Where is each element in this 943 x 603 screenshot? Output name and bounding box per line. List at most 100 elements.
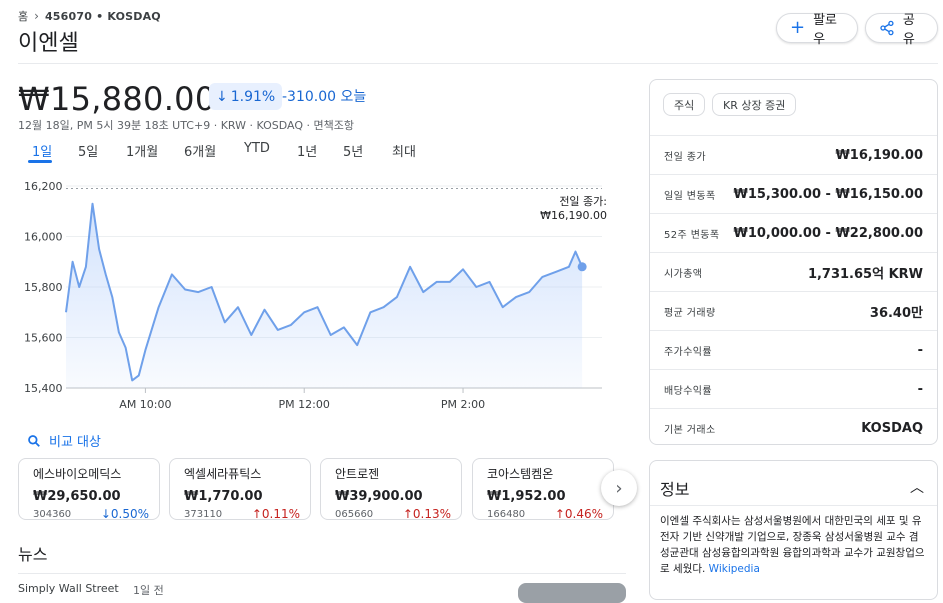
stat-row: 시가총액 1,731.65억 KRW <box>650 252 937 291</box>
x-tick-label: AM 10:00 <box>119 398 171 411</box>
tab-range-5y[interactable]: 5년 <box>343 141 363 160</box>
stat-label: 전일 종가 <box>664 151 706 163</box>
compare-label: 비교 대상 <box>49 435 101 450</box>
search-icon <box>28 434 40 447</box>
peer-code: 373110 <box>184 508 223 520</box>
stat-label: 평균 거래량 <box>664 307 716 319</box>
tab-range-1m[interactable]: 1개월 <box>126 141 158 160</box>
news-divider <box>18 573 626 574</box>
tab-range-ytd[interactable]: YTD <box>244 141 270 156</box>
y-tick-label: 15,600 <box>24 332 63 345</box>
peer-name: 안트로젠 <box>335 467 380 481</box>
stat-value: ₩15,300.00 - ₩16,150.00 <box>733 186 923 202</box>
peer-change: ↑0.11% <box>251 507 300 521</box>
news-source[interactable]: Simply Wall Street <box>18 582 119 595</box>
stat-label: 일일 변동폭 <box>664 190 716 202</box>
page-title: 이엔셀 <box>18 31 79 56</box>
peer-price: ₩29,650.00 <box>33 489 121 504</box>
peer-card[interactable]: 엑셀세라퓨틱스 ₩1,770.00 373110 ↑0.11% <box>169 458 311 521</box>
peer-card[interactable]: 코아스템켐온 ₩1,952.00 166480 ↑0.46% <box>472 458 614 521</box>
about-divider <box>650 505 937 506</box>
last-price-dot <box>577 262 587 272</box>
peer-change: ↑0.46% <box>554 507 603 521</box>
peer-change: ↑0.13% <box>402 507 451 521</box>
peer-price: ₩39,900.00 <box>335 489 423 504</box>
stat-value: 36.40만 <box>869 305 923 321</box>
stat-row: 배당수익률 - <box>650 369 937 408</box>
tab-range-6m[interactable]: 6개월 <box>184 141 216 160</box>
tab-range-max[interactable]: 최대 <box>392 141 416 160</box>
breadcrumb-ticker: 456070 • KOSDAQ <box>44 9 161 23</box>
stat-row: 일일 변동폭 ₩15,300.00 - ₩16,150.00 <box>650 174 937 213</box>
header-divider <box>18 63 938 64</box>
chip-stock[interactable]: 주식 <box>663 93 706 116</box>
tab-range-1d[interactable]: 1일 <box>32 141 52 160</box>
arrow-up-icon: ↑ <box>251 507 262 521</box>
arrow-up-icon: ↑ <box>402 507 413 521</box>
chip-kr-listed[interactable]: KR 상장 증권 <box>712 93 797 116</box>
tab-range-5d[interactable]: 5일 <box>78 141 98 160</box>
tab-range-1y[interactable]: 1년 <box>297 141 317 160</box>
breadcrumb-home[interactable]: 홈 <box>18 8 28 24</box>
quote-meta: 12월 18일, PM 5시 39분 18초 UTC+9 · KRW · KOS… <box>18 119 354 132</box>
absolute-change: -310.00 오늘 <box>282 89 367 105</box>
stat-value: KOSDAQ <box>861 420 923 436</box>
peer-name: 코아스템켐온 <box>487 467 554 481</box>
news-time: 1일 전 <box>133 584 164 597</box>
y-tick-label: 16,200 <box>24 180 63 193</box>
follow-button[interactable]: + 팔로우 <box>776 13 858 47</box>
y-tick-label: 15,800 <box>24 281 63 294</box>
peer-change: ↓0.50% <box>100 507 149 521</box>
about-heading: 정보 <box>660 480 690 499</box>
previous-close-value: ₩16,190.00 <box>540 209 607 222</box>
compare-button[interactable]: 비교 대상 <box>27 431 101 450</box>
previous-close-label: 전일 종가: <box>559 194 607 208</box>
current-price: ₩15,880.00 <box>18 80 216 118</box>
peer-name: 에스바이오메딕스 <box>33 467 122 481</box>
stat-value: 1,731.65억 KRW <box>807 266 923 282</box>
peer-name: 엑셀세라퓨틱스 <box>184 467 262 481</box>
next-peers-button[interactable]: › <box>601 470 637 506</box>
share-button[interactable]: 공유 <box>865 13 938 47</box>
y-tick-label: 16,000 <box>24 231 63 244</box>
stat-label: 시가총액 <box>664 268 703 280</box>
stat-row: 주가수익률 - <box>650 330 937 369</box>
stat-row: 전일 종가 ₩16,190.00 <box>650 135 937 174</box>
share-icon <box>880 20 894 36</box>
arrow-down-icon: ↓ <box>216 88 228 105</box>
news-heading: 뉴스 <box>18 545 48 564</box>
peer-price: ₩1,952.00 <box>487 489 566 504</box>
about-text: 이엔셀 주식회사는 삼성서울병원에서 대한민국의 세포 및 유전자 기반 신약개… <box>660 515 925 575</box>
peer-card[interactable]: 에스바이오메딕스 ₩29,650.00 304360 ↓0.50% <box>18 458 160 521</box>
price-chart[interactable]: 16,200 16,000 15,800 15,600 15,400 AM 10:00 P… <box>0 170 640 420</box>
peer-code: 065660 <box>335 508 374 520</box>
arrow-down-icon: ↓ <box>100 507 111 521</box>
y-tick-label: 15,400 <box>24 382 63 395</box>
peer-price: ₩1,770.00 <box>184 489 263 504</box>
peer-code: 166480 <box>487 508 526 520</box>
stat-value: ₩10,000.00 - ₩22,800.00 <box>733 225 923 241</box>
stat-row: 기본 거래소 KOSDAQ <box>650 408 937 447</box>
stat-value: ₩16,190.00 <box>835 147 923 163</box>
stat-value: - <box>917 381 923 397</box>
follow-label: 팔로우 <box>813 13 838 47</box>
active-tab-indicator <box>28 160 52 163</box>
stat-row: 52주 변동폭 ₩10,000.00 - ₩22,800.00 <box>650 213 937 252</box>
percent-change: 1.91% <box>230 88 276 105</box>
chevron-up-icon[interactable]: ︿ <box>910 477 924 497</box>
news-thumbnail[interactable] <box>518 583 626 603</box>
stat-value: - <box>917 342 923 358</box>
key-stats-panel: 주식 KR 상장 증권 전일 종가 ₩16,190.00 일일 변동폭 ₩15,30… <box>649 79 938 445</box>
stat-label: 배당수익률 <box>664 385 712 397</box>
x-tick-label: PM 12:00 <box>279 398 330 411</box>
about-panel: 정보 ︿ 이엔셀 주식회사는 삼성서울병원에서 대한민국의 세포 및 유전자 기… <box>649 460 938 600</box>
stat-row: 평균 거래량 36.40만 <box>650 291 937 330</box>
wikipedia-link[interactable]: Wikipedia <box>709 563 760 575</box>
plus-icon: + <box>790 17 806 38</box>
percent-change-badge: ↓ 1.91% <box>209 83 283 110</box>
stat-label: 주가수익률 <box>664 346 712 358</box>
stat-label: 52주 변동폭 <box>664 229 720 241</box>
peer-card[interactable]: 안트로젠 ₩39,900.00 065660 ↑0.13% <box>320 458 462 521</box>
stat-label: 기본 거래소 <box>664 424 716 436</box>
breadcrumb: 홈 › 456070 • KOSDAQ <box>18 8 161 24</box>
